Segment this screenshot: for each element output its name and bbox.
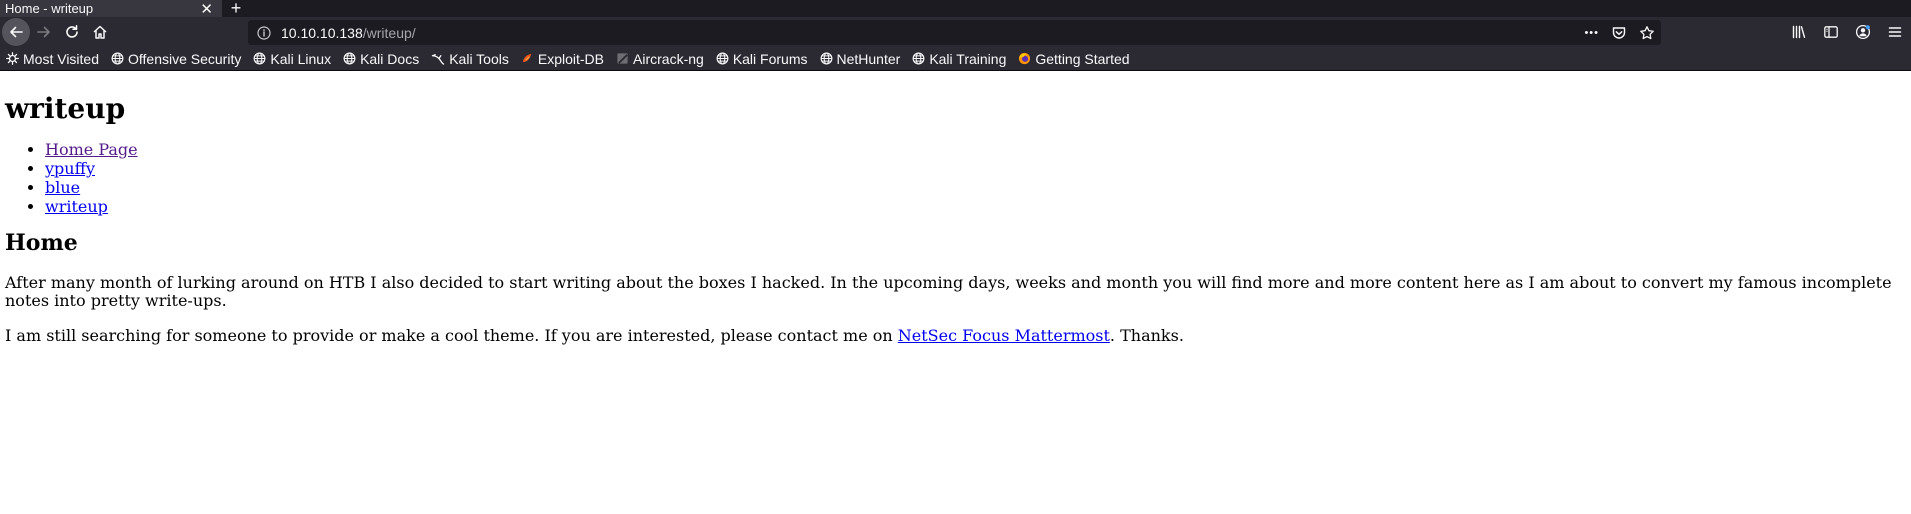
bookmark-item[interactable]: Exploit-DB [521, 51, 604, 67]
bookmark-item[interactable]: Aircrack-ng [616, 51, 704, 67]
tab-title: Home - writeup [5, 1, 94, 16]
page-content: writeup Home Pageypuffybluewriteup Home … [0, 93, 1911, 345]
menu-button[interactable] [1879, 18, 1911, 46]
nav-link[interactable]: blue [45, 178, 80, 197]
account-icon [1855, 24, 1871, 40]
hamburger-menu-icon [1888, 27, 1902, 37]
forward-button[interactable] [30, 18, 58, 46]
bookmark-label: Exploit-DB [537, 50, 605, 67]
url-bar[interactable]: 10.10.10.138/writeup/ ••• [248, 20, 1661, 45]
nav-toolbar: 10.10.10.138/writeup/ ••• [0, 17, 1911, 47]
url-path: /writeup/ [362, 24, 416, 41]
toolbar-right [1783, 17, 1911, 47]
bookmark-item[interactable]: Kali Docs [343, 51, 419, 67]
contact-paragraph: I am still searching for someone to prov… [5, 327, 1900, 345]
firefox-icon [1018, 52, 1035, 65]
page-title: writeup [5, 92, 126, 125]
bookmark-label: Kali Training [929, 50, 1007, 67]
sidebar-button[interactable] [1815, 18, 1847, 46]
intro-paragraph: After many month of lurking around on HT… [5, 273, 1892, 310]
section-heading: Home [5, 230, 78, 256]
nav-list-item: ypuffy [45, 159, 1906, 178]
pocket-icon[interactable] [1611, 25, 1627, 41]
globe-icon [716, 52, 733, 65]
active-tab[interactable]: Home - writeup ✕ [0, 0, 222, 18]
aircrack-icon [616, 52, 633, 65]
url-text[interactable]: 10.10.10.138/writeup/ [281, 25, 416, 41]
nav-list-item: Home Page [45, 140, 1906, 159]
new-tab-button[interactable]: + [222, 0, 250, 18]
bookmark-label: Offensive Security [128, 50, 242, 67]
globe-icon [343, 52, 360, 65]
nav-list-item: blue [45, 178, 1906, 197]
bookmark-item[interactable]: Kali Tools [431, 51, 509, 67]
gear-icon [6, 52, 23, 65]
library-icon [1792, 25, 1806, 39]
nav-link[interactable]: Home Page [45, 140, 138, 159]
site-info-icon[interactable] [257, 25, 273, 40]
bookmarks-toolbar: Most Visited Offensive Security Kali Linux… [0, 47, 1911, 71]
bookmark-item[interactable]: Most Visited [6, 51, 99, 67]
url-actions: ••• [1584, 20, 1655, 45]
back-arrow-icon [10, 26, 23, 38]
bookmark-label: Aircrack-ng [633, 50, 704, 67]
sidebar-icon [1824, 26, 1838, 38]
site-nav-list: Home Pageypuffybluewriteup [5, 140, 1906, 216]
contact-text: I am still searching for someone to prov… [5, 326, 898, 345]
bookmark-item[interactable]: Kali Training [912, 51, 1006, 67]
bookmark-label: Most Visited [23, 50, 99, 67]
bookmark-item[interactable]: Getting Started [1018, 50, 1130, 67]
mattermost-link[interactable]: NetSec Focus Mattermost [898, 326, 1110, 345]
bookmark-label: Kali Forums [732, 50, 808, 67]
bookmark-label: Kali Linux [270, 50, 332, 67]
bookmark-item[interactable]: Kali Linux [253, 51, 331, 67]
globe-icon [820, 52, 837, 65]
globe-icon [111, 52, 128, 65]
nav-link[interactable]: writeup [45, 197, 108, 216]
library-button[interactable] [1783, 18, 1815, 46]
home-icon [93, 25, 107, 39]
nav-list-item: writeup [45, 197, 1906, 216]
globe-icon [253, 52, 270, 65]
bookmark-label: Kali Tools [449, 50, 509, 67]
home-button[interactable] [86, 18, 114, 46]
url-host: 10.10.10.138 [281, 24, 363, 41]
back-button[interactable] [2, 18, 30, 46]
kali-dragon-icon [431, 52, 449, 65]
bookmark-item[interactable]: Offensive Security [111, 51, 241, 67]
forward-arrow-icon [37, 26, 50, 38]
bookmark-label: Kali Docs [360, 50, 420, 67]
bookmark-item[interactable]: NetHunter [820, 50, 901, 67]
account-button[interactable] [1847, 18, 1879, 46]
bookmark-star-icon[interactable] [1639, 25, 1655, 41]
bookmark-label: Getting Started [1035, 50, 1130, 67]
exploit-db-icon [521, 52, 538, 65]
close-tab-icon[interactable]: ✕ [200, 0, 213, 18]
reload-icon [66, 25, 78, 38]
bookmark-item[interactable]: Kali Forums [716, 51, 808, 67]
tab-strip: Home - writeup ✕ + [0, 0, 1911, 18]
page-actions-icon[interactable]: ••• [1584, 27, 1599, 39]
contact-text-end: . Thanks. [1109, 326, 1184, 345]
reload-button[interactable] [58, 18, 86, 46]
nav-link[interactable]: ypuffy [45, 159, 95, 178]
globe-icon [912, 52, 929, 65]
bookmark-label: NetHunter [836, 50, 901, 67]
